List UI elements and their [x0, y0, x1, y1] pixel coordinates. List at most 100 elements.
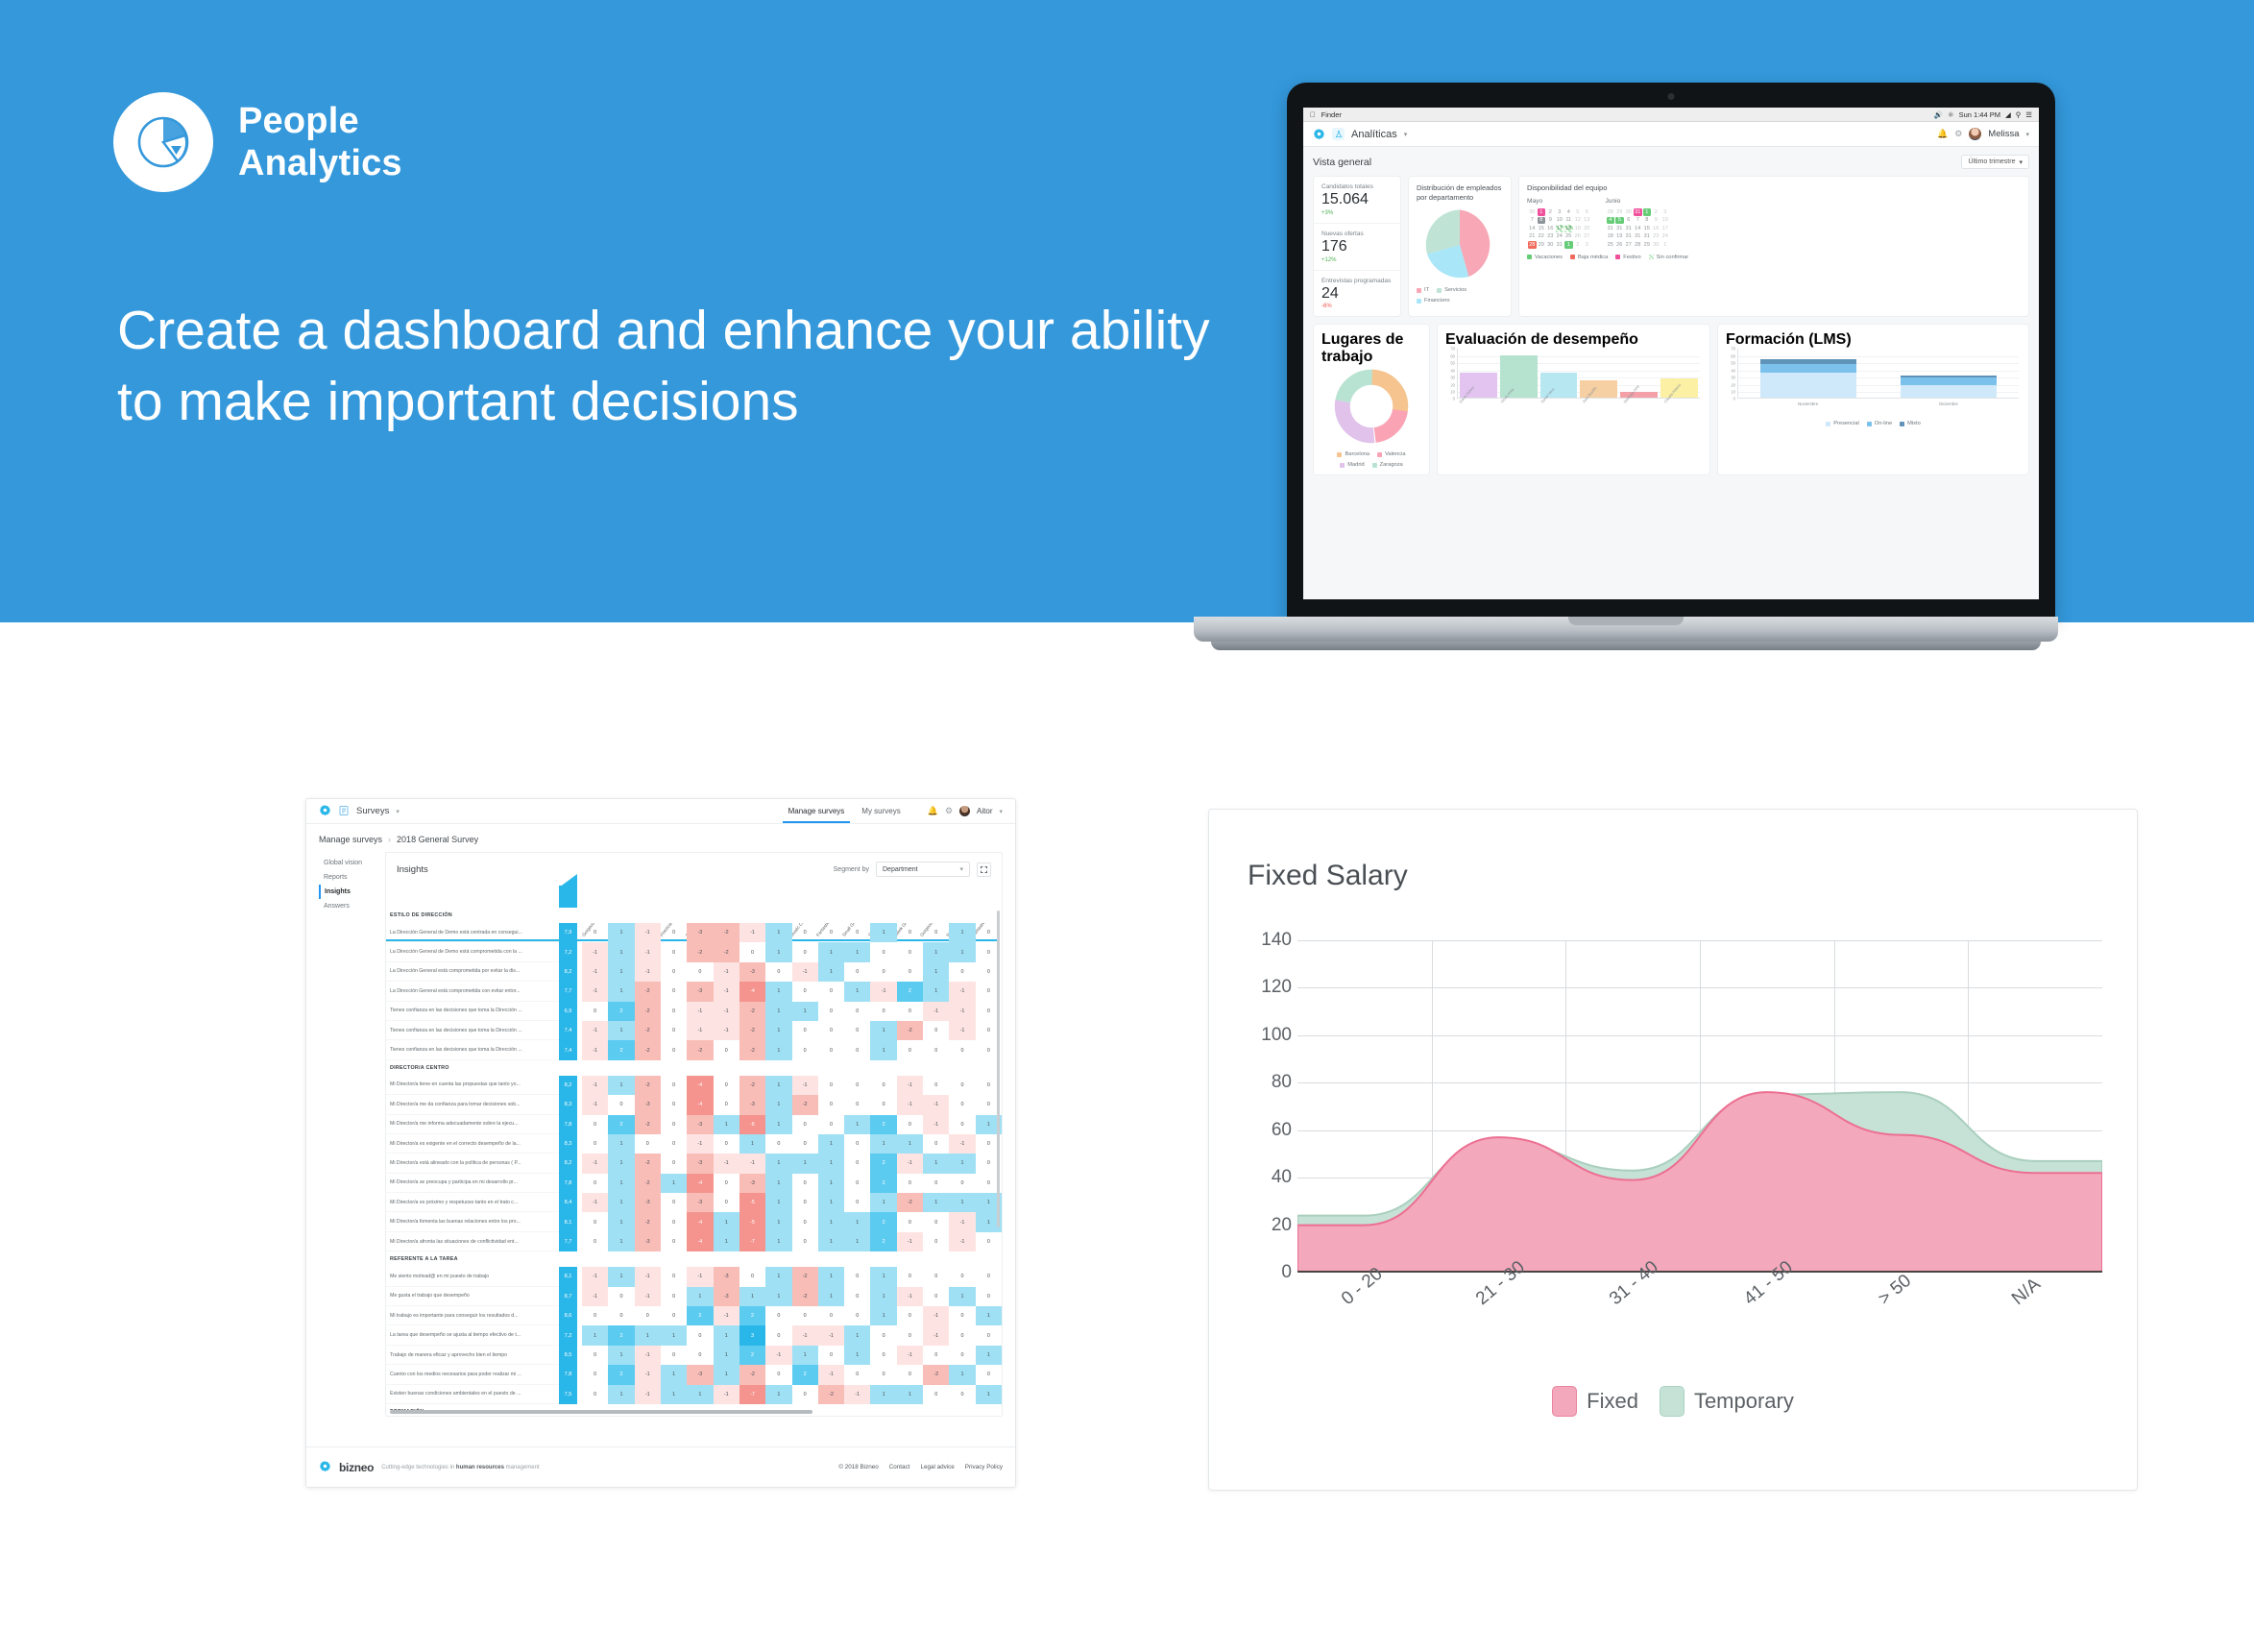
- calendar-day[interactable]: 19: [1574, 225, 1583, 232]
- score-cell[interactable]: 1: [844, 1325, 871, 1346]
- score-cell[interactable]: 2: [870, 1212, 897, 1232]
- score-cell[interactable]: 0: [949, 962, 975, 982]
- score-cell[interactable]: 1: [713, 1365, 739, 1385]
- score-cell[interactable]: 1: [765, 1114, 792, 1134]
- score-cell[interactable]: -1: [713, 1020, 739, 1041]
- calendar-day[interactable]: 10: [1661, 217, 1670, 225]
- score-cell[interactable]: 1: [608, 1384, 635, 1404]
- score-cell[interactable]: 0: [608, 1287, 634, 1306]
- bell-icon[interactable]: 🔔: [928, 806, 938, 816]
- score-cell[interactable]: -4: [687, 1075, 714, 1096]
- score-cell[interactable]: -3: [687, 982, 714, 1002]
- score-cell[interactable]: 0: [949, 1325, 975, 1345]
- calendar-day[interactable]: 31: [1607, 225, 1615, 232]
- score-cell[interactable]: -3: [634, 1095, 661, 1115]
- score-cell[interactable]: 0: [844, 1002, 870, 1021]
- score-cell[interactable]: -1: [687, 1267, 714, 1287]
- score-cell[interactable]: 0: [792, 1174, 818, 1193]
- score-cell[interactable]: 0: [582, 1232, 608, 1251]
- score-cell[interactable]: -4: [687, 1231, 714, 1252]
- score-cell[interactable]: 1: [949, 1193, 976, 1213]
- calendar-day[interactable]: 8: [1537, 216, 1545, 225]
- score-cell[interactable]: 0: [661, 1040, 687, 1059]
- score-cell[interactable]: 1: [791, 1154, 818, 1174]
- score-cell[interactable]: -1: [923, 1306, 950, 1326]
- score-cell[interactable]: 0: [949, 1346, 975, 1365]
- score-cell[interactable]: 0: [870, 1346, 896, 1365]
- calendar-day[interactable]: 3: [1661, 208, 1670, 216]
- avatar[interactable]: [959, 806, 971, 816]
- score-cell[interactable]: 0: [870, 1365, 896, 1384]
- score-cell[interactable]: -5: [739, 1212, 766, 1232]
- score-cell[interactable]: -2: [791, 1095, 818, 1115]
- score-cell[interactable]: 0: [870, 1325, 896, 1345]
- calendar-day[interactable]: 29: [1643, 241, 1652, 249]
- score-cell[interactable]: 1: [923, 1193, 950, 1213]
- horizontal-scrollbar[interactable]: [390, 1410, 812, 1414]
- score-cell[interactable]: -2: [634, 1001, 661, 1021]
- score-cell[interactable]: -1: [949, 1231, 976, 1252]
- calendar-day[interactable]: 10: [1556, 217, 1564, 225]
- score-cell[interactable]: 0: [897, 1306, 923, 1325]
- score-cell[interactable]: 1: [608, 1173, 635, 1194]
- calendar-day[interactable]: 9: [1652, 217, 1660, 225]
- score-cell[interactable]: 0: [792, 1021, 818, 1040]
- score-cell[interactable]: -1: [582, 1154, 609, 1174]
- score-cell[interactable]: 0: [897, 962, 923, 982]
- calendar-day[interactable]: 24: [1661, 233, 1670, 241]
- score-cell[interactable]: -3: [713, 1286, 739, 1307]
- score-cell[interactable]: 2: [896, 982, 924, 1002]
- calendar-day[interactable]: 13: [1583, 217, 1591, 225]
- calendar-day[interactable]: 1: [1642, 208, 1651, 216]
- score-cell[interactable]: 1: [870, 1020, 897, 1041]
- calendar-day[interactable]: 26: [1615, 241, 1624, 249]
- score-cell[interactable]: -1: [817, 1365, 845, 1385]
- score-cell[interactable]: 0: [949, 1267, 975, 1286]
- score-cell[interactable]: -2: [713, 923, 739, 943]
- calendar-day[interactable]: 19: [1615, 233, 1624, 241]
- score-cell[interactable]: -1: [634, 1345, 661, 1366]
- score-cell[interactable]: -1: [713, 1384, 739, 1404]
- legend-item-temporary[interactable]: Temporary: [1659, 1386, 1794, 1417]
- score-cell[interactable]: 0: [897, 1267, 923, 1286]
- score-cell[interactable]: 0: [765, 1365, 791, 1384]
- score-cell[interactable]: 0: [897, 1174, 923, 1193]
- score-cell[interactable]: 1: [687, 1286, 714, 1307]
- score-cell[interactable]: -2: [923, 1365, 950, 1385]
- score-cell[interactable]: 0: [818, 1346, 844, 1365]
- score-cell[interactable]: 1: [608, 1193, 635, 1213]
- table-row[interactable]: La Dirección General está comprometida c…: [386, 982, 1002, 1002]
- score-cell[interactable]: 0: [765, 1325, 791, 1345]
- score-cell[interactable]: 2: [608, 1040, 635, 1060]
- score-cell[interactable]: 0: [661, 1134, 687, 1154]
- chevron-down-icon[interactable]: ▾: [999, 808, 1003, 815]
- footer-link-privacy-policy[interactable]: Privacy Policy: [965, 1464, 1003, 1470]
- score-cell[interactable]: 0: [818, 1095, 844, 1114]
- score-cell[interactable]: 1: [923, 1154, 950, 1174]
- score-cell[interactable]: 1: [923, 961, 950, 983]
- calendar-day[interactable]: 18: [1564, 225, 1573, 232]
- score-cell[interactable]: 0: [687, 1325, 713, 1345]
- score-cell[interactable]: -1: [791, 1325, 818, 1346]
- score-cell[interactable]: 1: [660, 1384, 688, 1404]
- score-cell[interactable]: 0: [714, 1076, 739, 1095]
- avatar[interactable]: [1969, 128, 1982, 140]
- score-cell[interactable]: 0: [608, 1306, 634, 1325]
- calendar-day[interactable]: 23: [1546, 233, 1555, 241]
- score-cell[interactable]: 1: [765, 1154, 792, 1174]
- score-cell[interactable]: -1: [896, 1154, 924, 1174]
- score-cell[interactable]: 0: [976, 1365, 1002, 1384]
- score-cell[interactable]: -3: [739, 961, 766, 983]
- score-cell[interactable]: 1: [713, 1212, 739, 1232]
- score-cell[interactable]: 1: [608, 1212, 635, 1232]
- sidebar-item-reports[interactable]: Reports: [319, 870, 376, 885]
- score-cell[interactable]: -1: [582, 982, 609, 1002]
- score-cell[interactable]: 0: [844, 1174, 870, 1193]
- score-cell[interactable]: -2: [634, 1075, 661, 1096]
- score-cell[interactable]: 1: [949, 1154, 976, 1174]
- score-cell[interactable]: 0: [582, 1115, 608, 1134]
- calendar-day[interactable]: 5: [1615, 216, 1624, 225]
- score-cell[interactable]: 0: [582, 1134, 608, 1154]
- score-cell[interactable]: -2: [634, 1212, 661, 1232]
- table-row[interactable]: La Dirección General de Demo está compro…: [386, 942, 1002, 962]
